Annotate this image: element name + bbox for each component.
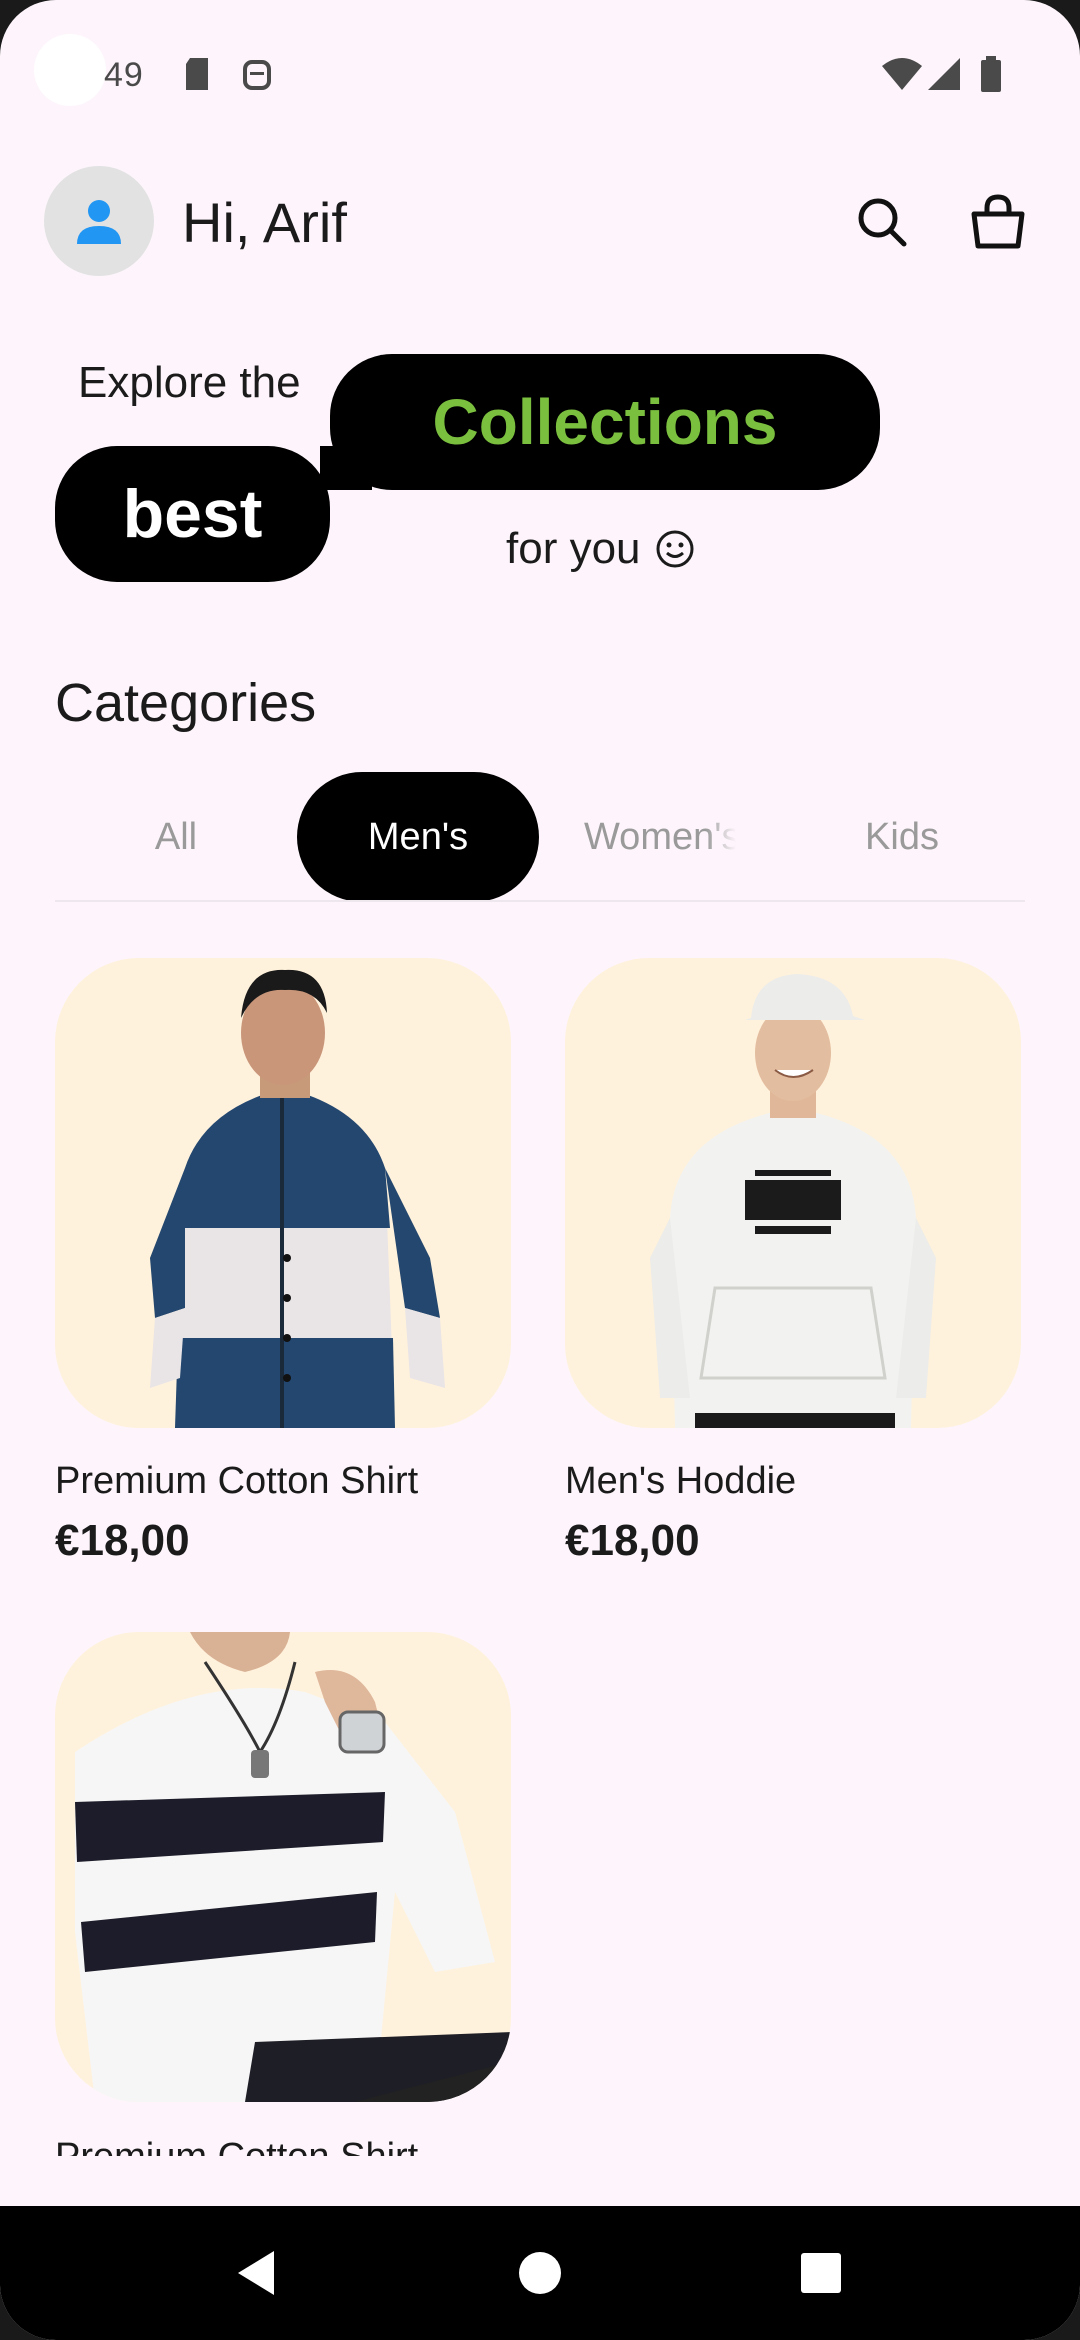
search-icon <box>858 198 907 247</box>
status-time: 49 <box>104 56 144 94</box>
product-name-2[interactable]: Men's Hoddie <box>565 1460 796 1503</box>
categories-title: Categories <box>55 673 317 733</box>
product-price-1: €18,00 <box>55 1516 190 1565</box>
product-name-3-clip: Premium Cotton Shirt <box>55 2136 511 2156</box>
smile-emoji-icon <box>656 530 694 568</box>
collections-pill: Collections <box>330 354 880 490</box>
home-circle-icon <box>519 2252 561 2294</box>
collections-label: Collections <box>432 386 778 458</box>
hero-line-2: for you <box>506 524 695 574</box>
back-triangle-icon <box>238 2251 274 2295</box>
recents-square-icon <box>801 2253 841 2293</box>
signal-icon <box>926 56 962 97</box>
app-screen: 49 Hi, Arif Explore the Collections best <box>0 0 1080 2340</box>
cart-button[interactable] <box>966 190 1030 254</box>
shopping-bag-icon <box>971 194 1025 249</box>
tab-kids[interactable]: Kids <box>781 772 1023 902</box>
battery-icon <box>980 56 1002 97</box>
product-name-3[interactable]: Premium Cotton Shirt <box>55 2136 418 2156</box>
product-image-2[interactable] <box>565 958 1021 1428</box>
product-price-2: €18,00 <box>565 1516 700 1565</box>
system-nav-bar <box>0 2206 1080 2340</box>
tab-mens[interactable]: Men's <box>297 772 539 902</box>
tab-all[interactable]: All <box>55 772 297 902</box>
tab-womens-label: Women's <box>584 815 736 858</box>
tab-kids-label: Kids <box>865 815 939 858</box>
wifi-icon <box>880 56 924 97</box>
greeting-text: Hi, Arif <box>182 191 347 254</box>
robot-icon <box>240 56 274 99</box>
hero-line-1: Explore the <box>78 358 301 407</box>
best-label: best <box>122 476 263 552</box>
person-icon <box>77 200 121 244</box>
tab-all-label: All <box>154 815 198 858</box>
product-image-3[interactable] <box>55 1632 511 2102</box>
sd-card-icon <box>182 56 212 97</box>
tab-womens[interactable]: Women's <box>539 772 781 902</box>
tab-mens-label: Men's <box>367 815 469 858</box>
white-hoodie-image <box>650 974 936 1428</box>
product-image-1[interactable] <box>55 958 511 1428</box>
recents-button[interactable] <box>761 2206 881 2340</box>
camera-cutout <box>34 34 106 106</box>
status-bar: 49 <box>0 0 1080 150</box>
avatar[interactable] <box>44 166 154 276</box>
search-button[interactable] <box>850 190 914 254</box>
category-tabs: All Men's Women's Kids <box>55 772 1025 902</box>
tabs-divider <box>55 900 1025 902</box>
product-name-1[interactable]: Premium Cotton Shirt <box>55 1460 418 1503</box>
tie-dye-shirt-image <box>150 969 445 1428</box>
best-pill: best <box>55 446 330 582</box>
home-button[interactable] <box>480 2206 600 2340</box>
back-button[interactable] <box>196 2206 316 2340</box>
striped-tshirt-image <box>75 1632 511 2102</box>
for-you-text: for you <box>506 524 641 573</box>
